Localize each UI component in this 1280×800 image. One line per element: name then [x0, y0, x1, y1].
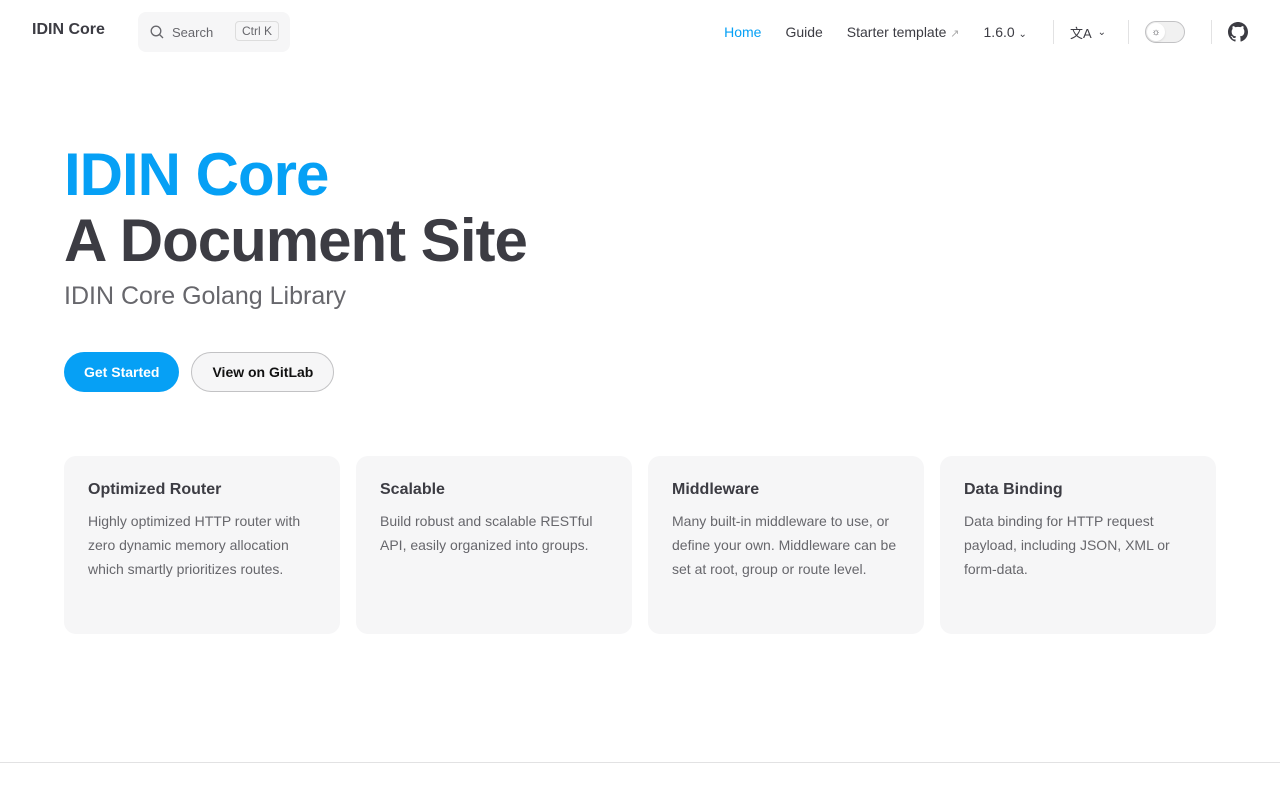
feature-title: Optimized Router — [88, 481, 222, 498]
sun-icon: ☼ — [1147, 23, 1165, 41]
version-label: 1.6.0 — [983, 24, 1015, 40]
github-link[interactable] — [1228, 22, 1248, 42]
chevron-down-icon: ⌄ — [1018, 29, 1027, 40]
site-logo[interactable]: IDIN Core — [32, 21, 105, 39]
feature-card: Data Binding Data binding for HTTP reques… — [940, 456, 1216, 634]
divider — [1128, 20, 1129, 44]
hero-text: A Document Site — [64, 207, 528, 274]
feature-title: Middleware — [672, 481, 760, 498]
feature-details: Many built-in middleware to use, or defi… — [672, 513, 897, 577]
view-on-gitlab-button[interactable]: View on GitLab — [191, 352, 335, 392]
footer-divider — [0, 762, 1280, 763]
top-nav: IDIN Core Search Ctrl K Home Guide Start… — [0, 0, 1280, 64]
language-dropdown[interactable]: 文A ⌄ — [1070, 23, 1106, 42]
feature-card: Scalable Build robust and scalable RESTfu… — [356, 456, 632, 634]
feature-details: Highly optimized HTTP router with zero d… — [88, 513, 301, 577]
translate-icon: 文A — [1069, 25, 1092, 41]
feature-title: Data Binding — [964, 481, 1063, 498]
starter-label: Starter template — [846, 24, 947, 40]
github-icon — [1228, 22, 1248, 42]
search-icon — [150, 25, 164, 39]
search-shortcut: Ctrl K — [235, 21, 279, 41]
version-dropdown[interactable]: 1.6.0 ⌄ — [984, 24, 1027, 40]
external-link-icon: ↗ — [950, 28, 960, 40]
chevron-down-icon: ⌄ — [1097, 26, 1106, 38]
nav-link-guide[interactable]: Guide — [785, 24, 822, 40]
feature-card: Middleware Many built-in middleware to us… — [648, 456, 924, 634]
divider — [1052, 20, 1054, 44]
divider — [1211, 20, 1212, 44]
theme-toggle[interactable]: ☼ — [1145, 21, 1185, 43]
feature-title: Scalable — [380, 481, 445, 498]
search-placeholder: Search — [172, 24, 214, 40]
feature-card: Optimized Router Highly optimized HTTP ro… — [64, 456, 340, 634]
feature-details: Build robust and scalable RESTful API, e… — [380, 513, 593, 553]
get-started-button[interactable]: Get Started — [64, 352, 180, 392]
features: Optimized Router Highly optimized HTTP ro… — [64, 456, 1216, 634]
feature-details: Data binding for HTTP request payload, i… — [964, 513, 1170, 577]
nav-link-home[interactable]: Home — [724, 24, 761, 40]
hero: IDIN Core A Document Site IDIN Core Gola… — [64, 141, 528, 311]
hero-tagline: IDIN Core Golang Library — [64, 282, 347, 310]
nav-link-starter-template[interactable]: Starter template ↗ — [847, 24, 960, 40]
hero-name: IDIN Core — [64, 141, 329, 208]
search-button[interactable]: Search Ctrl K — [138, 12, 290, 52]
